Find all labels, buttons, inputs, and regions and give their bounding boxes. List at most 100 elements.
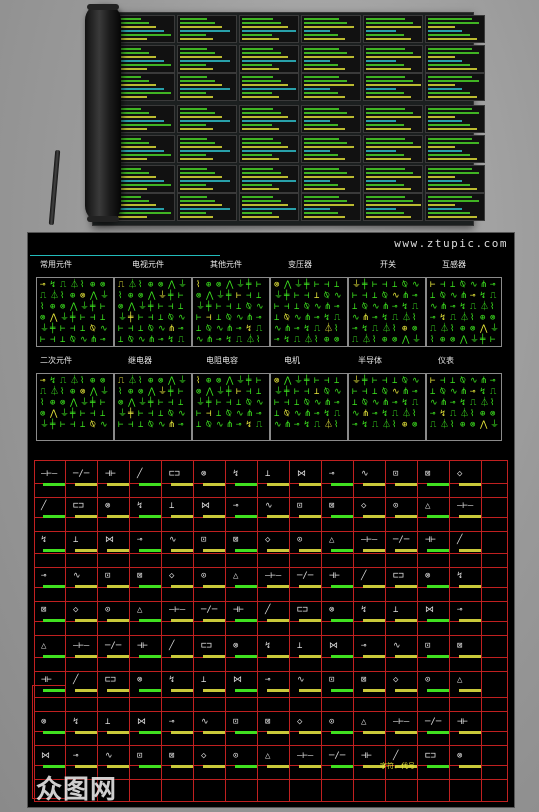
table-symbol-icon: ↯ <box>41 535 47 545</box>
table-cell-label-mark <box>427 483 449 486</box>
table-cell-label-mark <box>427 585 449 588</box>
electrical-symbol-icon: ⊗ <box>196 387 202 397</box>
table-cell-label-mark <box>363 483 385 486</box>
table-symbol-icon: ⊗ <box>105 501 111 511</box>
table-cell-label-mark <box>203 619 225 622</box>
table-cell-label-mark <box>363 731 385 734</box>
electrical-symbol-icon: ⏚ <box>274 387 284 397</box>
table-cell-label-mark <box>139 731 161 734</box>
table-cell-label-mark <box>459 765 481 768</box>
electrical-symbol-icon: ∿ <box>334 291 342 301</box>
electrical-symbol-icon: ⋀ <box>50 313 58 323</box>
electrical-symbol-icon: ⎍ <box>334 313 341 323</box>
electrical-symbol-icon: ⏚ <box>100 291 110 301</box>
table-cell-label-mark <box>235 619 257 622</box>
preview-thumbnail <box>425 15 485 43</box>
electrical-symbol-icon: ⊣ <box>148 409 154 419</box>
electrical-symbol-icon: ⊸ <box>372 409 378 419</box>
electrical-symbol-icon: ⊢ <box>314 376 320 386</box>
electrical-symbol-icon: ⊣ <box>70 420 76 430</box>
electrical-symbol-icon: ⊥ <box>294 398 300 408</box>
electrical-symbol-icon: ↯ <box>382 313 388 323</box>
electrical-symbol-icon: ⊥ <box>60 335 66 345</box>
electrical-symbol-icon: ╪ <box>128 313 134 323</box>
table-row-line <box>35 635 507 636</box>
preview-thumbnail <box>239 193 299 221</box>
electrical-symbol-icon: ╪ <box>50 324 56 334</box>
electrical-symbol-icon: ╪ <box>246 280 252 290</box>
table-symbol-icon: ⊠ <box>137 571 143 581</box>
table-symbol-icon: ⊣⊢ <box>105 469 116 479</box>
table-cell-label-mark <box>267 689 289 692</box>
electrical-symbol-icon: ⌇ <box>450 324 455 334</box>
table-symbol-icon: ⊠ <box>41 605 47 615</box>
preview-thumbnail <box>115 105 175 133</box>
electrical-symbol-icon: ⊕ <box>440 335 446 345</box>
electrical-symbol-icon: ⍉ <box>206 324 212 334</box>
electrical-symbol-icon: ⊕ <box>148 280 154 290</box>
electrical-symbol-icon: ⍉ <box>402 280 408 290</box>
electrical-symbol-icon: ⊕ <box>382 335 388 345</box>
electrical-symbol-icon: ⊣ <box>382 280 388 290</box>
electrical-symbol-icon: ⊥ <box>158 313 164 323</box>
electrical-symbol-icon: ↯ <box>324 313 330 323</box>
table-symbol-icon: ⋈ <box>329 641 338 651</box>
preview-thumbnail <box>177 45 237 73</box>
electrical-symbol-icon: ⏃ <box>440 324 450 334</box>
electrical-symbol-icon: ⊥ <box>450 280 456 290</box>
electrical-symbol-icon: ⏚ <box>138 398 148 408</box>
table-cell-label-mark <box>203 585 225 588</box>
table-cell-label-mark <box>203 483 225 486</box>
electrical-symbol-icon: ⏃ <box>50 387 60 397</box>
table-symbol-icon: ─/─ <box>105 641 122 651</box>
table-col-line <box>481 461 482 801</box>
table-cell-label-mark <box>267 515 289 518</box>
table-cell-label-mark <box>235 731 257 734</box>
preview-thumbnail <box>177 15 237 43</box>
electrical-symbol-icon: ⌇ <box>40 398 45 408</box>
electrical-symbol-icon: ⎍ <box>294 335 301 345</box>
table-col-line <box>257 461 258 801</box>
table-symbol-icon: ⊸ <box>233 501 239 511</box>
table-cell-label-mark <box>267 731 289 734</box>
electrical-symbol-icon: ∿ <box>178 313 186 323</box>
electrical-symbol-icon: ⊸ <box>256 409 262 419</box>
electrical-symbol-icon: ⊗ <box>450 335 456 345</box>
electrical-symbol-icon: ∿ <box>430 398 438 408</box>
electrical-symbol-icon: ⍉ <box>148 420 154 430</box>
table-cell-label-mark <box>139 515 161 518</box>
table-cell-label-mark <box>299 689 321 692</box>
electrical-symbol-icon: ⊢ <box>490 335 496 345</box>
electrical-symbol-icon: ∿ <box>274 420 282 430</box>
electrical-symbol-icon: ↯ <box>324 409 330 419</box>
electrical-symbol-icon: ⍉ <box>168 409 174 419</box>
table-row-line <box>35 601 507 602</box>
electrical-symbol-icon: ⋔ <box>382 398 390 408</box>
table-symbol-icon: ⊏⊐ <box>105 675 116 685</box>
electrical-symbol-icon: ╪ <box>226 387 232 397</box>
table-cell-label-mark <box>75 765 97 768</box>
electrical-symbol-icon: ⊸ <box>100 335 106 345</box>
table-cell-label-mark <box>203 549 225 552</box>
electrical-symbol-icon: ⊸ <box>372 313 378 323</box>
table-symbol-icon: ⊣⊢ <box>329 571 340 581</box>
table-symbol-icon: ∿ <box>169 535 177 545</box>
table-cell-label-mark <box>235 483 257 486</box>
electrical-symbol-icon: ⋀ <box>128 398 136 408</box>
table-col-line <box>193 461 194 801</box>
electrical-symbol-icon: ⊢ <box>60 420 66 430</box>
table-row-line <box>35 745 507 746</box>
table-symbol-icon: ╱ <box>265 605 271 615</box>
electrical-symbol-icon: ⏃ <box>50 291 60 301</box>
electrical-symbol-icon: ⋔ <box>362 313 370 323</box>
table-symbol-icon: ⊙ <box>393 501 399 511</box>
electrical-symbol-icon: ⏚ <box>490 324 500 334</box>
table-symbol-icon: ⊣⊢ <box>361 751 372 761</box>
electrical-symbol-icon: ⎍ <box>256 324 263 334</box>
table-cell-label-mark <box>139 689 161 692</box>
table-symbol-icon: ⊸ <box>41 571 47 581</box>
electrical-symbol-icon: ⌇ <box>196 376 201 386</box>
electrical-symbol-icon: ↯ <box>304 420 310 430</box>
electrical-symbol-icon: ⋔ <box>148 335 156 345</box>
electrical-symbol-icon: ⏚ <box>118 313 128 323</box>
